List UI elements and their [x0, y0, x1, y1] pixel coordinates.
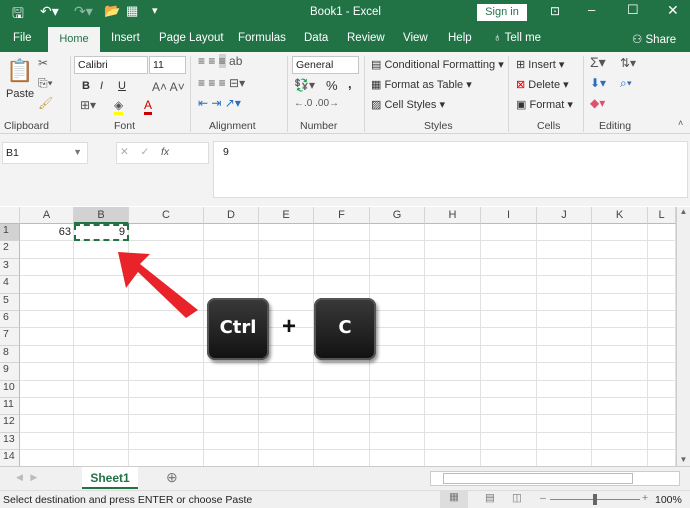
page-layout-view-icon[interactable]: ▤: [485, 492, 495, 504]
arrow-annotation: [118, 252, 198, 318]
status-message: Select destination and press ENTER or ch…: [3, 494, 253, 506]
zoom-level[interactable]: 100%: [655, 494, 682, 506]
zoom-in-icon[interactable]: +: [642, 492, 648, 504]
sheet-tab-sheet1[interactable]: Sheet1: [82, 467, 138, 489]
horizontal-scrollbar[interactable]: [430, 471, 680, 486]
zoom-slider-thumb[interactable]: [593, 494, 597, 505]
zoom-out-icon[interactable]: –: [540, 492, 546, 504]
sheet-tab-bar: ◀ ▶ Sheet1 ⊕: [0, 466, 690, 490]
normal-view-icon[interactable]: ▦: [440, 491, 468, 508]
status-bar: Select destination and press ENTER or ch…: [0, 490, 690, 508]
c-key: C: [314, 298, 376, 360]
red-arrow: [118, 252, 198, 318]
new-sheet-icon[interactable]: ⊕: [166, 469, 178, 486]
sheet-nav-icon[interactable]: ◀ ▶: [16, 472, 37, 483]
ctrl-key: Ctrl: [207, 298, 269, 360]
plus-sign: +: [282, 313, 297, 340]
page-break-view-icon[interactable]: ◫: [512, 492, 522, 504]
